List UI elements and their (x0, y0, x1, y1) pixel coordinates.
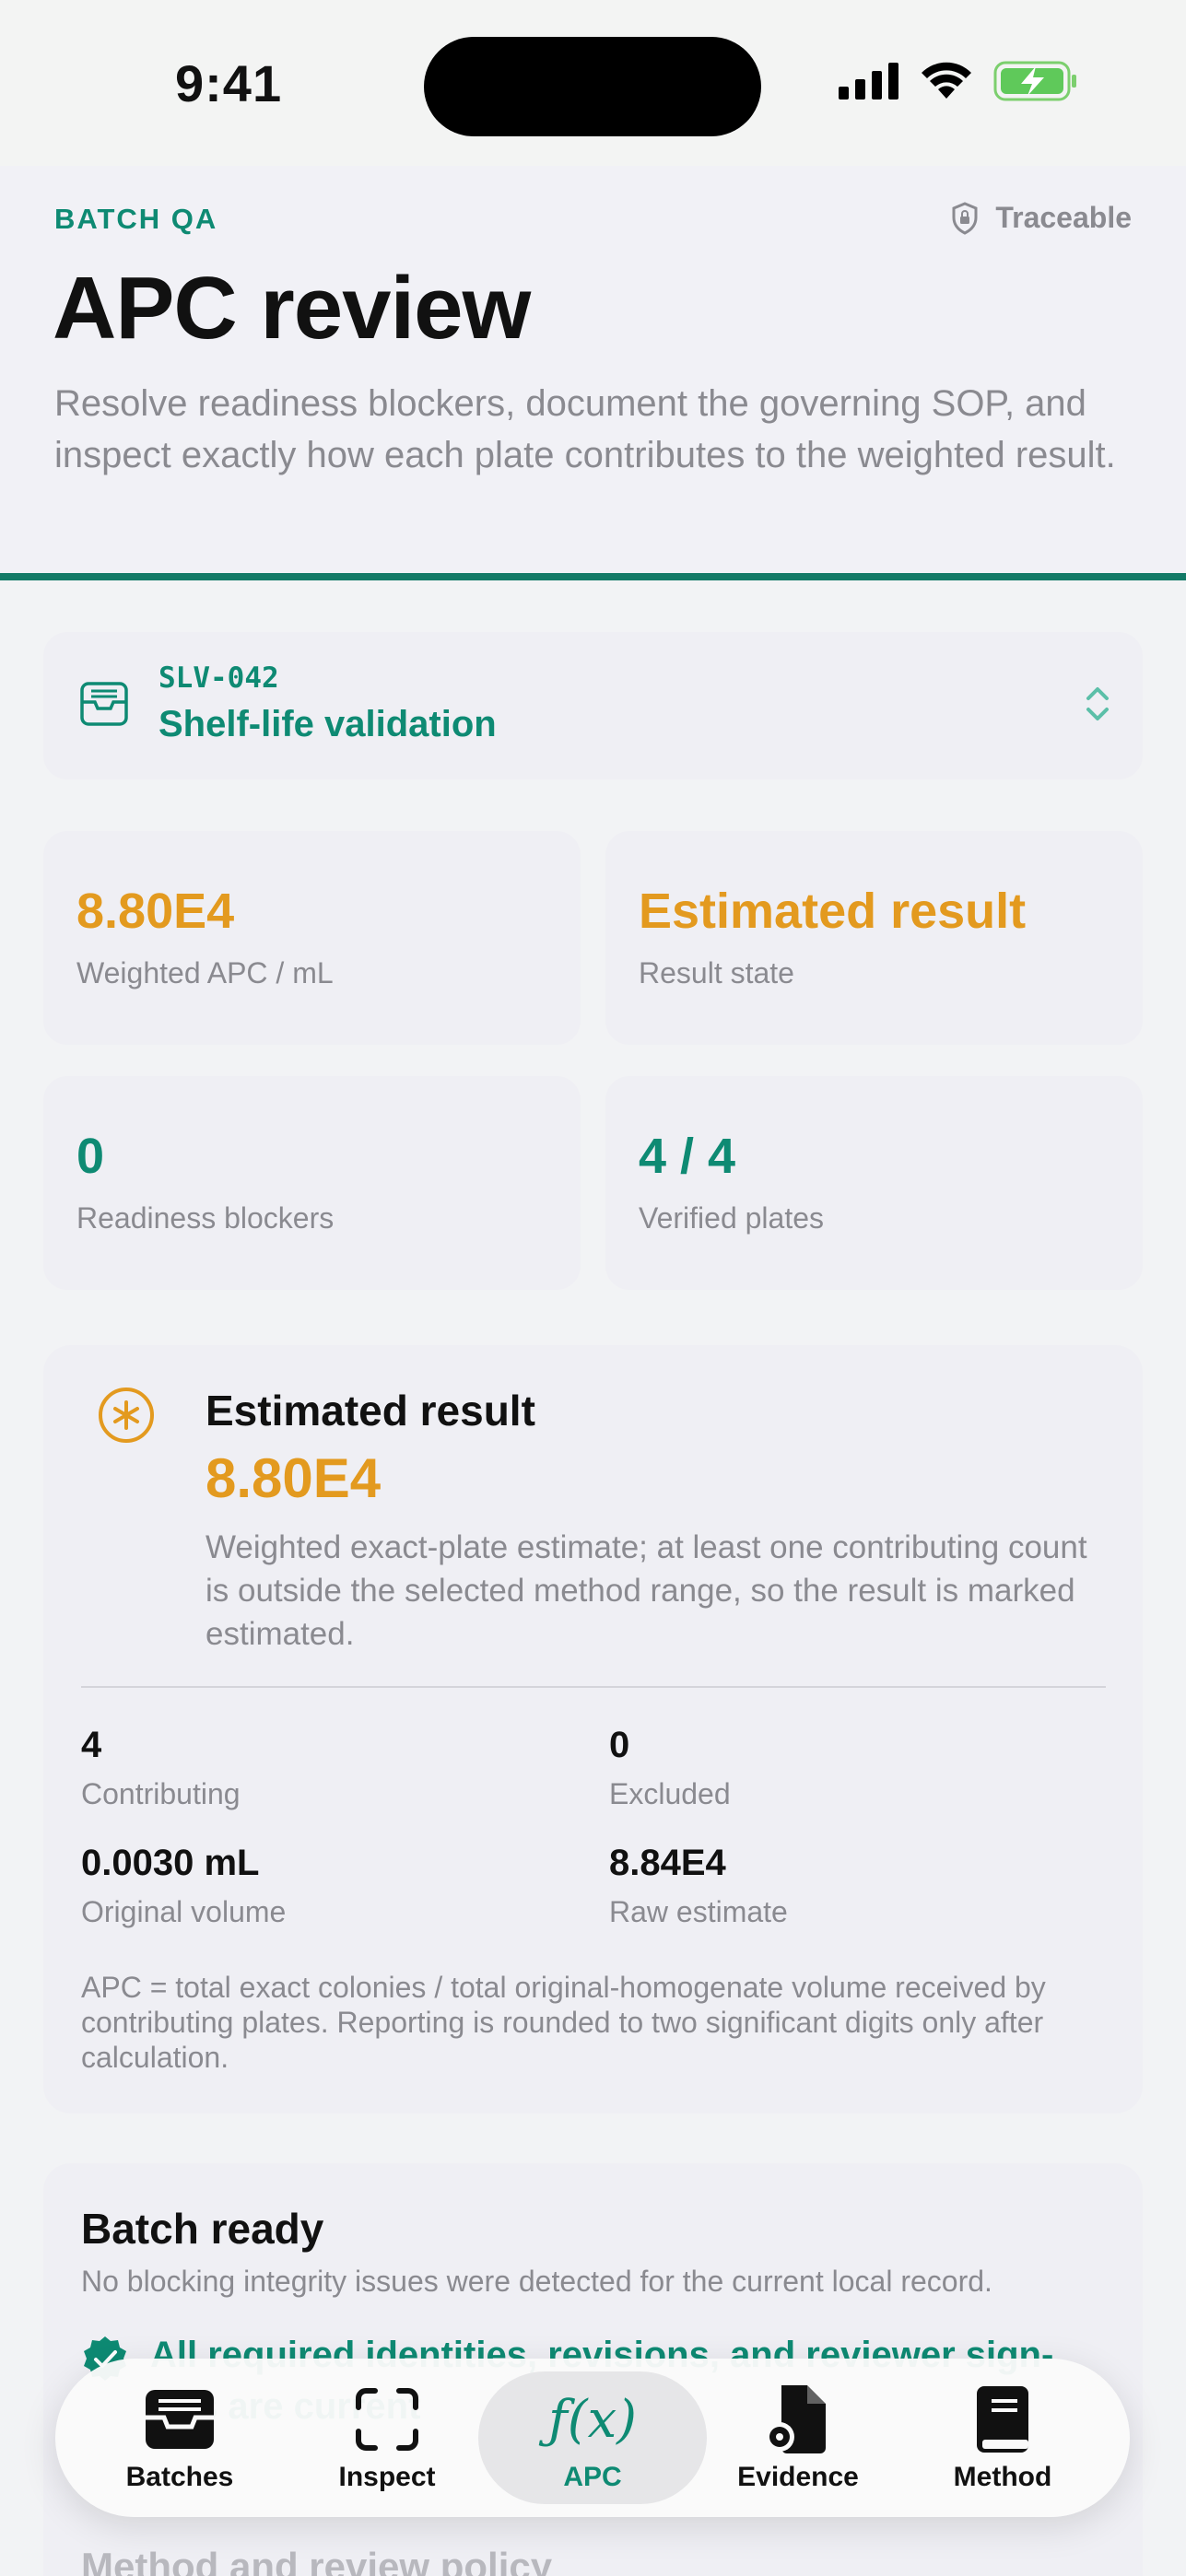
metric-label: Raw estimate (609, 1895, 788, 1928)
metric-raw-estimate: 8.84E4 Raw estimate (609, 1843, 788, 1929)
metric-value: 4 (81, 1725, 102, 1765)
wifi-icon (922, 62, 971, 99)
tray-icon (142, 2383, 217, 2456)
ready-title: Batch ready (81, 2205, 324, 2253)
result-title: Estimated result (205, 1387, 535, 1434)
stat-label: Verified plates (639, 1201, 825, 1235)
page-subtitle: Resolve readiness blockers, document the… (54, 383, 1116, 475)
apc-formula-note: APC = total exact colonies / total origi… (81, 1971, 1046, 2074)
book-icon (973, 2383, 1032, 2456)
stat-value: 0 (76, 1129, 105, 1184)
stat-label: Readiness blockers (76, 1201, 335, 1235)
chevron-up-down-icon (1086, 687, 1109, 720)
ready-subtitle: No blocking integrity issues were detect… (81, 2265, 992, 2298)
dynamic-island (424, 37, 761, 136)
tab-bar: Batches Inspect ƒ(x) APC Evidence Method (55, 2359, 1130, 2517)
tab-inspect[interactable]: Inspect (295, 2359, 479, 2517)
batch-code: SLV-042 (159, 662, 279, 695)
tab-label: Inspect (338, 2462, 436, 2492)
tab-apc[interactable]: ƒ(x) APC (478, 2359, 707, 2517)
battery-charging-icon (993, 61, 1076, 101)
traceable-label: Traceable (995, 201, 1132, 234)
tab-label: Method (953, 2462, 1052, 2492)
stat-card-verified-plates: 4 / 4 Verified plates (605, 1076, 1143, 1290)
metric-value: 0.0030 mL (81, 1843, 260, 1883)
result-description: Weighted exact-plate estimate; at least … (205, 1529, 1087, 1652)
metric-excluded: 0 Excluded (609, 1725, 731, 1811)
section-heading-method-policy: Method and review policy (81, 2545, 553, 2576)
tab-label: Evidence (737, 2462, 859, 2492)
section-eyebrow: BATCH QA (54, 203, 218, 235)
function-icon: ƒ(x) (548, 2383, 637, 2456)
tab-evidence[interactable]: Evidence (706, 2359, 890, 2517)
viewfinder-icon (355, 2383, 419, 2456)
stat-label: Weighted APC / mL (76, 956, 334, 989)
divider (81, 1686, 1106, 1688)
stat-card-readiness-blockers: 0 Readiness blockers (43, 1076, 581, 1290)
asterisk-circle-icon (99, 1388, 154, 1443)
metric-value: 8.84E4 (609, 1843, 726, 1883)
stat-label: Result state (639, 956, 794, 989)
tab-batches[interactable]: Batches (88, 2359, 272, 2517)
tab-label: APC (563, 2462, 622, 2492)
metric-contributing: 4 Contributing (81, 1725, 241, 1811)
metric-label: Excluded (609, 1777, 731, 1810)
result-value: 8.80E4 (205, 1447, 382, 1509)
tab-label: Batches (125, 2462, 234, 2492)
page-header: BATCH QA Traceable APC review Resolve re… (0, 166, 1186, 580)
status-bar: 9:41 (0, 0, 1186, 166)
stat-value: Estimated result (639, 884, 1027, 939)
metric-label: Contributing (81, 1777, 241, 1810)
function-glyph: ƒ(x) (547, 2389, 638, 2450)
metric-label: Original volume (81, 1895, 287, 1928)
estimated-result-card: Estimated result 8.80E4 Weighted exact-p… (43, 1345, 1143, 2113)
cellular-signal-icon (839, 63, 898, 100)
batch-selector[interactable]: SLV-042 Shelf-life validation (43, 632, 1143, 779)
batch-name: Shelf-life validation (159, 704, 497, 744)
status-icons (839, 61, 1078, 101)
shield-lock-icon (952, 201, 978, 235)
stat-value: 8.80E4 (76, 884, 235, 939)
stat-card-weighted-apc: 8.80E4 Weighted APC / mL (43, 831, 581, 1045)
tray-icon (80, 682, 128, 726)
stat-value: 4 / 4 (639, 1129, 736, 1184)
stat-card-result-state: Estimated result Result state (605, 831, 1143, 1045)
traceable-badge: Traceable (951, 201, 1132, 235)
tab-method[interactable]: Method (910, 2359, 1095, 2517)
page-title: APC review (53, 259, 531, 357)
metric-original-volume: 0.0030 mL Original volume (81, 1843, 286, 1929)
metric-value: 0 (609, 1725, 630, 1765)
status-time: 9:41 (175, 54, 283, 112)
document-gear-icon (761, 2383, 835, 2456)
header-divider (0, 573, 1186, 580)
